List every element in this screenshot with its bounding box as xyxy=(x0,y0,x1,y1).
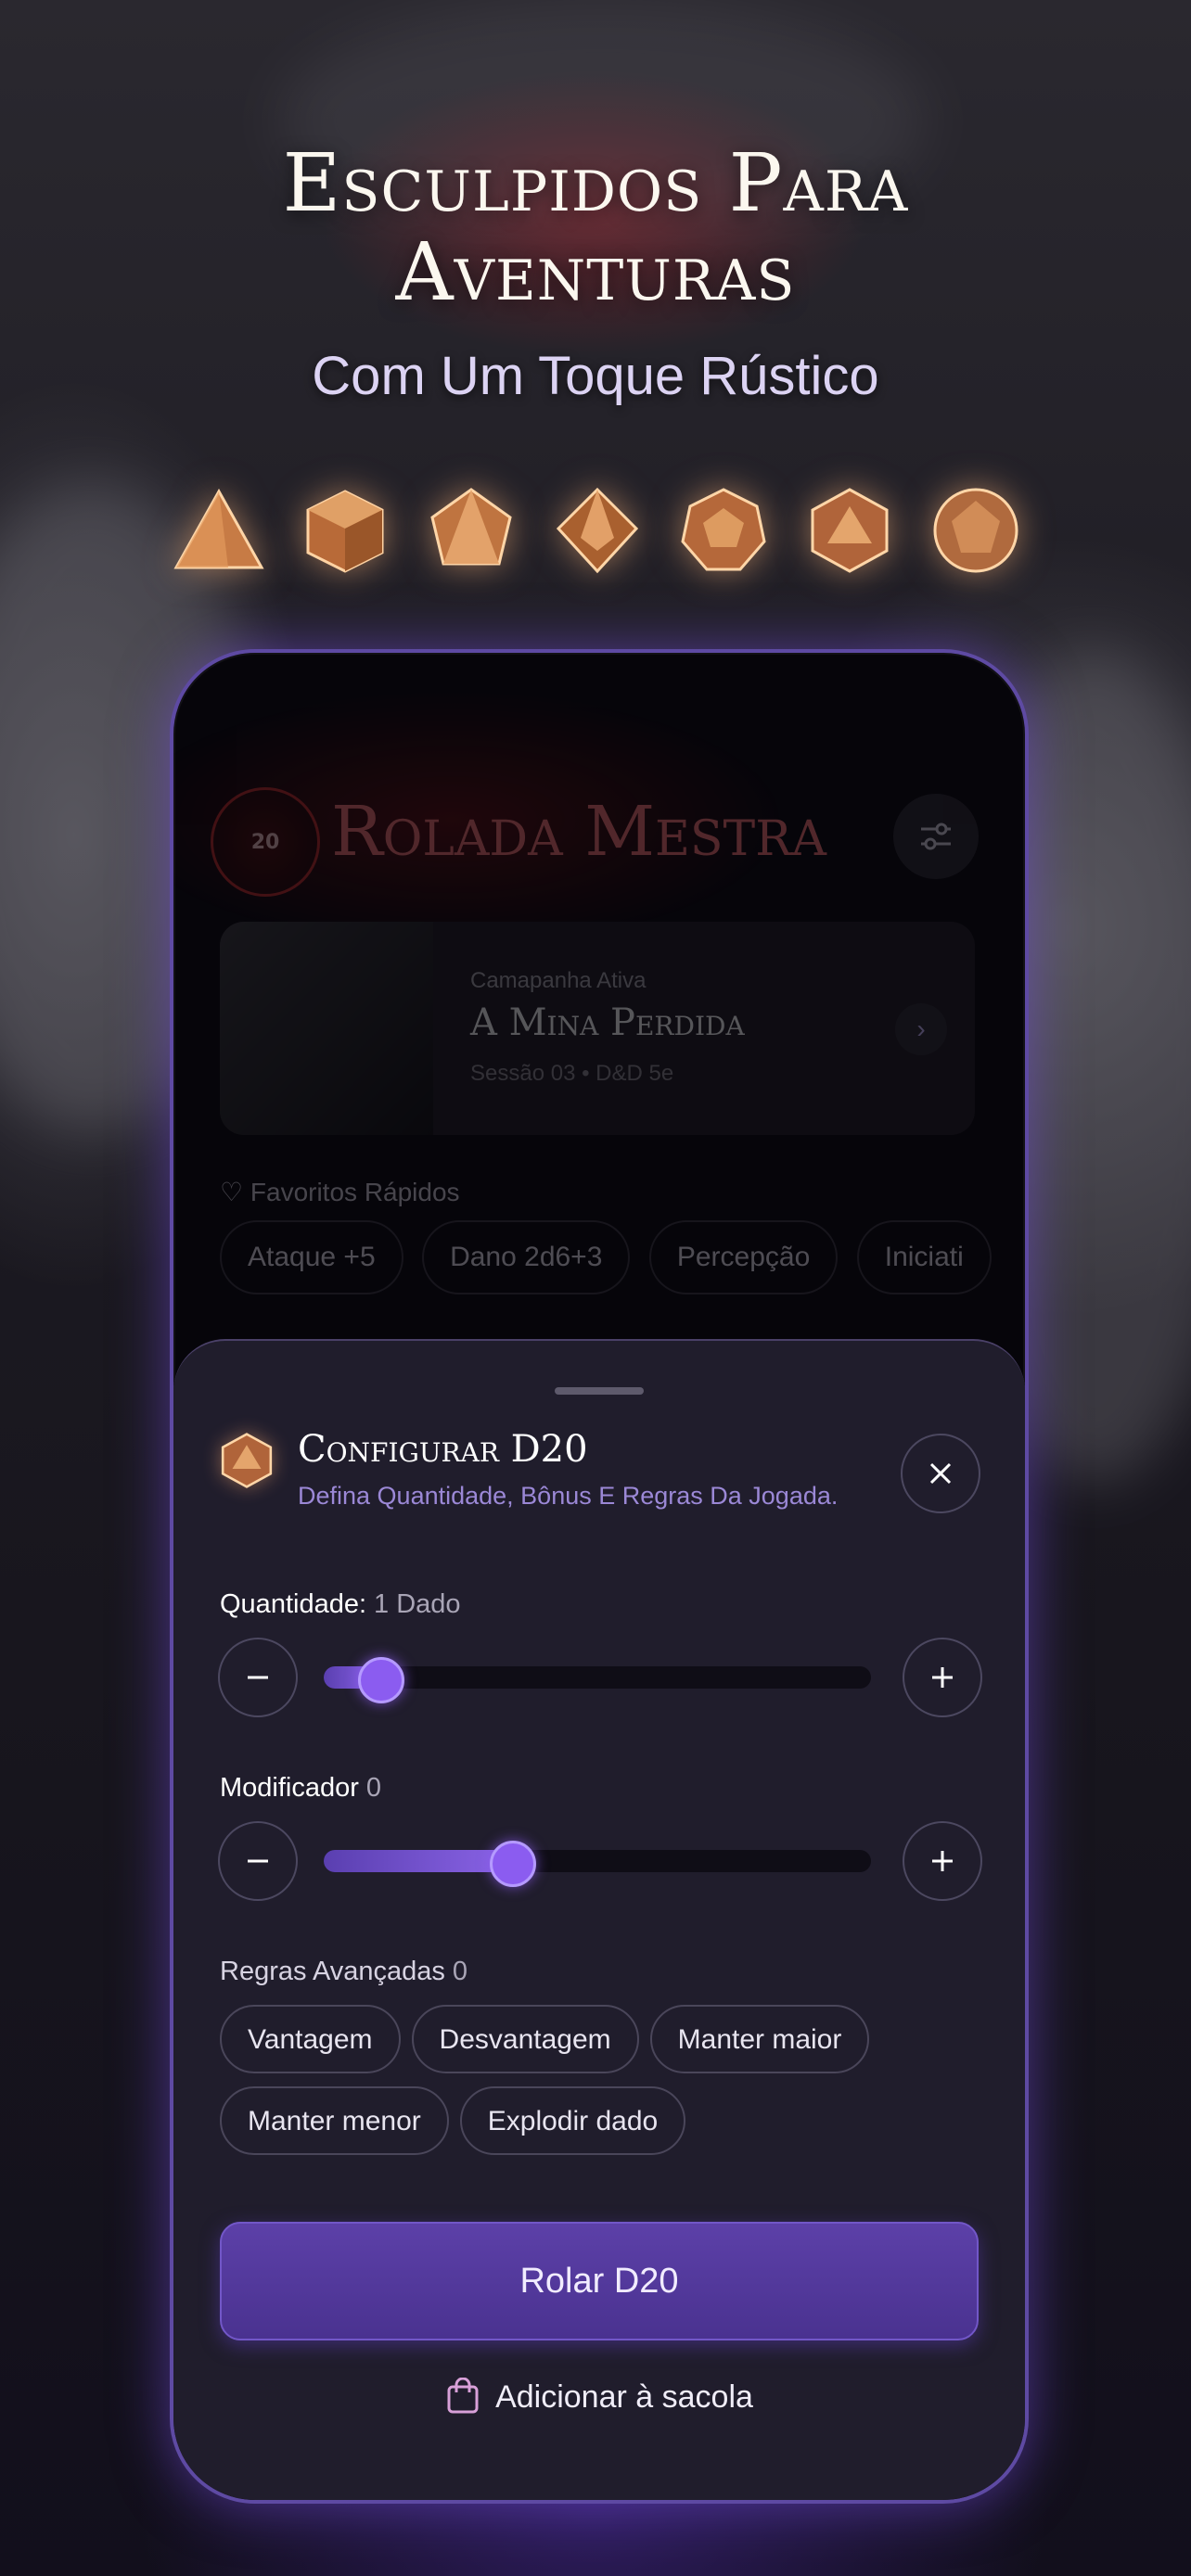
d100-icon xyxy=(928,482,1024,579)
close-button[interactable] xyxy=(901,1434,980,1513)
modifier-increase-button[interactable] xyxy=(903,1821,982,1901)
modifier-slider-fill xyxy=(324,1850,510,1872)
favorite-chip[interactable]: Dano 2d6+3 xyxy=(422,1220,631,1294)
dice-showcase xyxy=(167,482,1024,584)
rule-chip-disadvantage[interactable]: Desvantagem xyxy=(411,2005,639,2073)
campaign-kicker: Camapanha Ativa xyxy=(470,968,647,993)
roll-button[interactable]: Rolar D20 xyxy=(220,2222,979,2340)
sheet-subtitle: Defina Quantidade, Bônus E Regras Da Jog… xyxy=(298,1482,839,1510)
d20-icon xyxy=(801,482,898,579)
d12-icon xyxy=(675,482,772,579)
favorite-chip[interactable]: Percepção xyxy=(648,1220,839,1294)
d20-icon xyxy=(218,1432,275,1489)
advanced-rules-label: Regras Avançadas 0 xyxy=(220,1957,468,1986)
quantity-value: 1 Dado xyxy=(374,1589,461,1619)
d8-icon xyxy=(423,482,519,579)
rule-chip-advantage[interactable]: Vantagem xyxy=(220,2005,401,2073)
modifier-label: Modificador 0 xyxy=(220,1773,382,1803)
sheet-title: Configurar D20 xyxy=(298,1428,588,1471)
rule-chip-keep-highest[interactable]: Manter maior xyxy=(649,2005,870,2073)
app-logo: 20 xyxy=(211,787,320,897)
quantity-slider[interactable] xyxy=(324,1657,871,1703)
hero-title: Esculpidos Para Aventuras xyxy=(282,137,909,319)
filter-button[interactable] xyxy=(893,794,979,879)
favorite-chip[interactable]: Iniciati xyxy=(856,1220,992,1294)
minus-icon xyxy=(248,1859,268,1863)
campaign-title: A Mina Perdida xyxy=(470,1001,745,1044)
quantity-decrease-button[interactable] xyxy=(218,1638,298,1717)
app-title: Rolada Mestra xyxy=(331,792,826,872)
add-to-bag-link[interactable]: Adicionar à sacola xyxy=(173,2377,1025,2416)
rule-chip-keep-lowest[interactable]: Manter menor xyxy=(220,2086,449,2155)
sheet-drag-handle[interactable] xyxy=(555,1387,644,1395)
modifier-slider[interactable] xyxy=(324,1841,871,1887)
sliders-icon xyxy=(921,823,951,850)
chevron-right-icon[interactable]: › xyxy=(895,1003,947,1055)
quantity-slider-thumb[interactable] xyxy=(358,1657,404,1703)
shopping-bag-icon xyxy=(447,2377,479,2414)
heart-icon: ♡ xyxy=(220,1178,244,1206)
d4-icon xyxy=(171,482,267,579)
campaign-image xyxy=(220,922,433,1135)
quantity-increase-button[interactable] xyxy=(903,1638,982,1717)
modifier-decrease-button[interactable] xyxy=(218,1821,298,1901)
plus-icon xyxy=(932,1851,953,1871)
advanced-rules-count: 0 xyxy=(452,1957,468,1986)
phone-mockup: 20 Rolada Mestra Camapanha Ativa A Mina … xyxy=(170,649,1029,2504)
active-campaign-card[interactable]: Camapanha Ativa A Mina Perdida Sessão 03… xyxy=(220,922,975,1135)
favorite-chip[interactable]: Ataque +5 xyxy=(220,1220,403,1294)
modifier-value: 0 xyxy=(365,1773,382,1803)
configure-die-sheet: Configurar D20 Defina Quantidade, Bônus … xyxy=(173,1339,1025,2500)
rule-chip-exploding-die[interactable]: Explodir dado xyxy=(459,2086,686,2155)
d6-icon xyxy=(297,482,393,579)
d10-icon xyxy=(549,482,646,579)
campaign-meta: Sessão 03 • D&D 5e xyxy=(470,1061,674,1086)
plus-icon xyxy=(932,1667,953,1688)
hero-subtitle: Com Um Toque Rústico xyxy=(312,346,879,406)
favorites-row: Ataque +5 Dano 2d6+3 Percepção Iniciati xyxy=(220,1220,1025,1294)
quantity-label: Quantidade: 1 Dado xyxy=(220,1589,461,1619)
advanced-rules-options: Vantagem Desvantagem Manter maior Manter me… xyxy=(220,2005,980,2168)
favorites-label: ♡ Favoritos Rápidos xyxy=(220,1178,460,1206)
minus-icon xyxy=(248,1676,268,1679)
modifier-slider-thumb[interactable] xyxy=(489,1841,536,1887)
close-icon xyxy=(929,1462,952,1485)
